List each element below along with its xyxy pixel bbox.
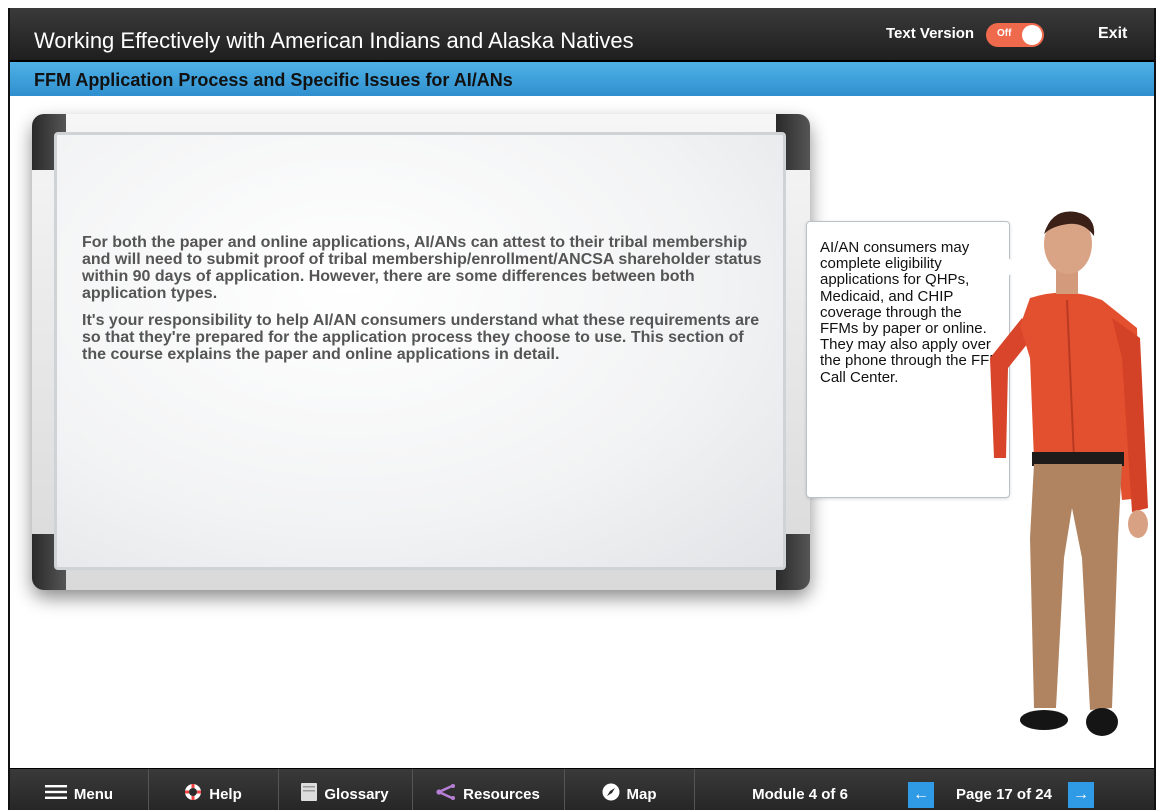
menu-label: Menu [73, 785, 114, 803]
menu-button[interactable]: Menu [10, 769, 149, 810]
arrow-right-icon: → [1073, 786, 1089, 803]
exit-button[interactable]: Exit [1098, 25, 1127, 43]
course-window: Working Effectively with American Indian… [8, 8, 1156, 810]
text-version-toggle[interactable]: Off [986, 23, 1044, 47]
previous-page-button[interactable]: ← [908, 782, 934, 808]
toggle-knob [1022, 25, 1042, 45]
next-page-button[interactable]: → [1068, 782, 1094, 808]
section-title-bar: FFM Application Process and Specific Iss… [10, 62, 1154, 96]
glossary-button[interactable]: Glossary [278, 769, 413, 810]
share-icon [436, 784, 456, 804]
whiteboard-content: For both the paper and online applicatio… [82, 234, 762, 373]
help-label: Help [209, 785, 242, 803]
module-indicator: Module 4 of 6 [752, 785, 848, 803]
presenter-figure [990, 211, 1148, 736]
text-version-label: Text Version [886, 25, 975, 42]
lifebuoy-icon [184, 783, 202, 805]
footer-nav: Menu Help Glossary Resources Map Module … [10, 768, 1154, 810]
whiteboard-paragraph: For both the paper and online applicatio… [82, 234, 762, 302]
toggle-state-label: Off [997, 28, 1012, 39]
map-button[interactable]: Map [564, 769, 695, 810]
arrow-left-icon: ← [913, 786, 929, 803]
course-title: Working Effectively with American Indian… [34, 28, 634, 53]
whiteboard-paragraph: It's your responsibility to help AI/AN c… [82, 312, 760, 363]
map-label: Map [626, 785, 657, 803]
glossary-label: Glossary [324, 785, 389, 803]
resources-button[interactable]: Resources [412, 769, 565, 810]
page-indicator: Page 17 of 24 [956, 785, 1052, 803]
section-title: FFM Application Process and Specific Iss… [34, 70, 513, 90]
hamburger-icon [44, 785, 67, 803]
book-icon [301, 783, 318, 805]
resources-label: Resources [463, 785, 540, 803]
top-header: Working Effectively with American Indian… [10, 8, 1154, 62]
help-button[interactable]: Help [148, 769, 279, 810]
compass-icon [602, 783, 620, 805]
